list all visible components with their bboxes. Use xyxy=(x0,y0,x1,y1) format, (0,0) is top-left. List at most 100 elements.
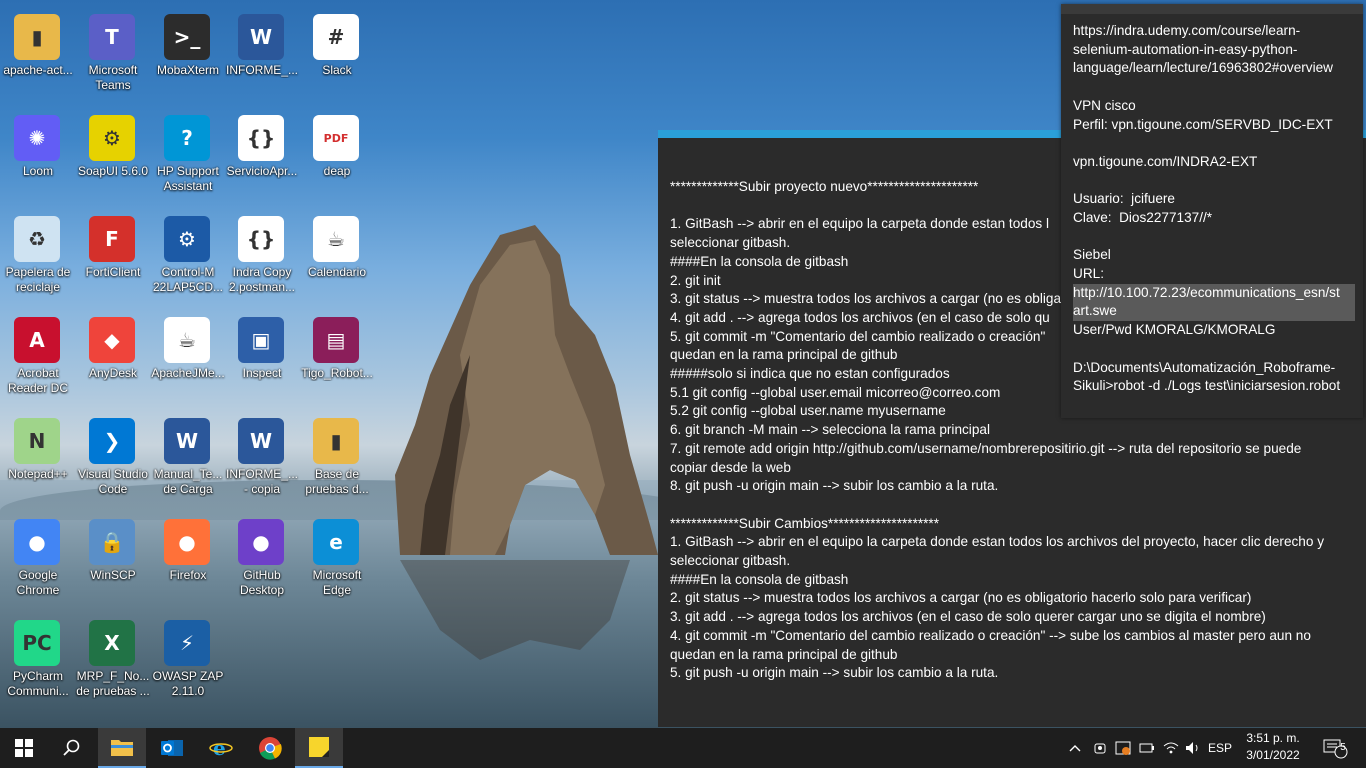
show-hidden-icons-chevron-icon[interactable] xyxy=(1064,728,1086,768)
note-line: URL: xyxy=(1073,266,1104,282)
note-line xyxy=(1073,78,1355,97)
desktop-icon-label: Manual_Te... de Carga xyxy=(153,467,223,496)
note-line: http://10.100.72.23/ecommunications_esn/… xyxy=(1073,283,1355,303)
sticky-note-credentials[interactable]: https://indra.udemy.com/course/learn-sel… xyxy=(1061,4,1363,418)
desktop-icon[interactable]: ◆ AnyDesk xyxy=(75,309,151,405)
meeting-icon[interactable] xyxy=(1090,728,1110,768)
desktop-icon[interactable]: W Manual_Te... de Carga xyxy=(150,410,226,506)
desktop-icon[interactable]: ☕ Calendario xyxy=(299,208,375,304)
clock[interactable]: 3:51 p. m. 3/01/2022 xyxy=(1236,730,1310,766)
note-line: Sikuli>robot -d ./Logs test\iniciarsesio… xyxy=(1073,378,1341,394)
start-button[interactable] xyxy=(0,728,48,768)
desktop-icon-label: deap xyxy=(323,164,351,178)
note-line: art.swe xyxy=(1073,302,1355,322)
desktop-icon[interactable]: X MRP_F_No... de pruebas ... xyxy=(75,612,151,708)
word-icon: W xyxy=(164,418,210,464)
desktop-icon[interactable]: >_ MobaXterm xyxy=(150,6,226,102)
pdf-icon: PDF xyxy=(313,115,359,161)
wifi-icon[interactable] xyxy=(1160,728,1182,768)
desktop-icon-label: Loom xyxy=(22,164,54,178)
note-line xyxy=(1073,228,1355,247)
desktop-icon-label: Tigo_Robot... xyxy=(301,366,373,380)
sticky-notes-icon xyxy=(309,737,329,757)
winscp-icon: 🔒 xyxy=(89,519,135,565)
note-line: seleccionar gitbash. xyxy=(670,553,791,569)
notification-count: 5 xyxy=(1340,742,1346,753)
vscode-icon: ❯ xyxy=(89,418,135,464)
note-line: VPN cisco xyxy=(1073,97,1136,113)
desktop-icon[interactable]: # Slack xyxy=(299,6,375,102)
desktop-icon[interactable]: e Microsoft Edge xyxy=(299,511,375,607)
desktop-icon[interactable]: ♻ Papelera de reciclaje xyxy=(0,208,76,304)
desktop-icon[interactable]: ● Firefox xyxy=(150,511,226,607)
ie-button[interactable]: e xyxy=(197,728,245,768)
desktop-icon-label: ApacheJMe... xyxy=(151,366,225,380)
forticlient-icon: F xyxy=(89,216,135,262)
note-line: 4. git commit -m "Comentario del cambio … xyxy=(670,627,1311,643)
wallpaper-rock-reflection xyxy=(400,560,630,660)
desktop-icon[interactable]: N Notepad++ xyxy=(0,410,76,506)
desktop-icon[interactable]: ❯ Visual Studio Code xyxy=(75,410,151,506)
chrome-icon xyxy=(259,737,282,760)
desktop-icon-label: FortiClient xyxy=(85,265,141,279)
desktop-icon[interactable]: W INFORME_... - copia xyxy=(224,410,300,506)
note-line: 3. git add . --> agrega todos los archiv… xyxy=(670,609,1266,625)
desktop-icon[interactable]: ▮ Base de pruebas d... xyxy=(299,410,375,506)
desktop-icon[interactable]: ? HP Support Assistant xyxy=(150,107,226,203)
folder-icon xyxy=(111,740,133,756)
desktop-icon[interactable]: {} Indra Copy 2.postman... xyxy=(224,208,300,304)
desktop-icon[interactable]: ▮ apache-act... xyxy=(0,6,76,102)
notification-center-button[interactable]: 5 xyxy=(1318,728,1352,768)
chrome-button[interactable] xyxy=(246,728,294,768)
desktop-icon[interactable]: 🔒 WinSCP xyxy=(75,511,151,607)
search-button[interactable] xyxy=(48,728,96,768)
folder-icon: ▮ xyxy=(313,418,359,464)
desktop-icon[interactable]: W INFORME_... xyxy=(224,6,300,102)
desktop-icon-label: Calendario xyxy=(307,265,367,279)
svg-text:e: e xyxy=(213,737,226,759)
volume-icon[interactable] xyxy=(1182,728,1204,768)
desktop-icon[interactable]: PDF deap xyxy=(299,107,375,203)
outlook-icon xyxy=(161,740,183,756)
desktop-icon[interactable]: ✺ Loom xyxy=(0,107,76,203)
desktop-icon[interactable]: T Microsoft Teams xyxy=(75,6,151,102)
desktop-icon-label: GitHub Desktop xyxy=(239,568,285,597)
note-line: Clave: Dios2277137//* xyxy=(1073,209,1213,225)
sticky-notes-button[interactable] xyxy=(295,728,343,768)
desktop-icon[interactable]: ⚙ Control-M 22LAP5CD... xyxy=(150,208,226,304)
desktop-icon[interactable]: ▣ Inspect xyxy=(224,309,300,405)
java-icon: ☕ xyxy=(164,317,210,363)
desktop-icon-label: PyCharm Communi... xyxy=(7,669,69,698)
desktop-icon[interactable]: ⚙ SoapUI 5.6.0 xyxy=(75,107,151,203)
sticky-note-body[interactable]: https://indra.udemy.com/course/learn-sel… xyxy=(1073,23,1355,396)
security-warning-icon[interactable] xyxy=(1112,728,1134,768)
desktop-icon[interactable]: {} ServicioApr... xyxy=(224,107,300,203)
note-line: D:\Documents\Automatización_Roboframe- xyxy=(1073,359,1336,375)
desktop-icon-label: Microsoft Edge xyxy=(312,568,362,597)
desktop-icon[interactable]: ● Google Chrome xyxy=(0,511,76,607)
desktop-icon[interactable]: A Acrobat Reader DC xyxy=(0,309,76,405)
desktop-icon-label: Control-M 22LAP5CD... xyxy=(152,265,224,294)
desktop-icon[interactable]: ⚡ OWASP ZAP 2.11.0 xyxy=(150,612,226,708)
desktop-icon-label: Slack xyxy=(322,63,352,77)
note-line: vpn.tigoune.com/INDRA2-EXT xyxy=(1073,153,1258,169)
language-indicator[interactable]: ESP xyxy=(1206,728,1234,768)
outlook-button[interactable] xyxy=(148,728,196,768)
desktop-icon[interactable]: ☕ ApacheJMe... xyxy=(150,309,226,405)
soapui-icon: ⚙ xyxy=(89,115,135,161)
desktop-icon[interactable]: ▤ Tigo_Robot... xyxy=(299,309,375,405)
clock-time: 3:51 p. m. xyxy=(1246,731,1300,745)
winrar-icon: ▤ xyxy=(313,317,359,363)
desktop-icon[interactable]: PC PyCharm Communi... xyxy=(0,612,76,708)
desktop-icon[interactable]: ● GitHub Desktop xyxy=(224,511,300,607)
note-line: quedan en la rama principal de github xyxy=(670,646,898,662)
file-explorer-button[interactable] xyxy=(98,728,146,768)
note-line xyxy=(1073,134,1355,153)
battery-power-icon[interactable] xyxy=(1136,728,1158,768)
terminal-icon: >_ xyxy=(164,14,210,60)
note-line: 2. git status --> muestra todos los arch… xyxy=(670,590,1252,606)
desktop-icon[interactable]: F FortiClient xyxy=(75,208,151,304)
acrobat-icon: A xyxy=(14,317,60,363)
github-icon: ● xyxy=(238,519,284,565)
desktop-icon-label: OWASP ZAP 2.11.0 xyxy=(152,669,224,698)
